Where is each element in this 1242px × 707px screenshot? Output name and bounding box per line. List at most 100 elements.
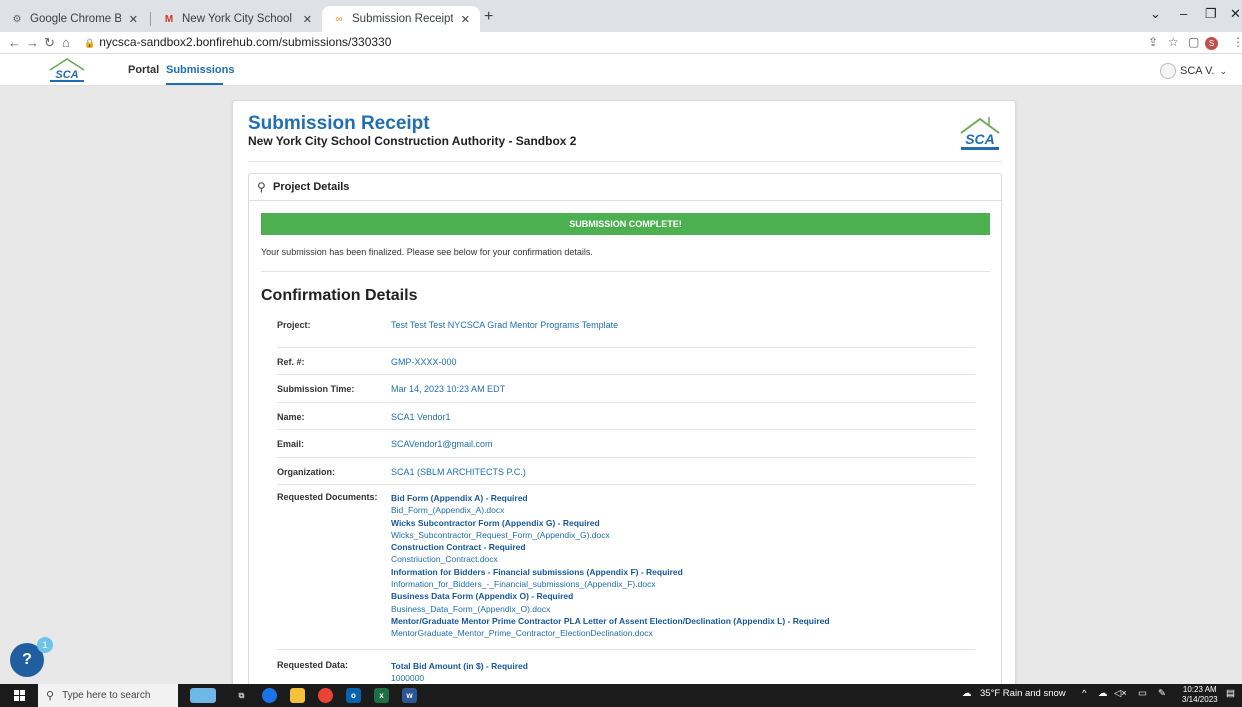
field-label: Email: — [277, 439, 305, 449]
minimize-icon[interactable]: – — [1180, 6, 1187, 21]
weather-text[interactable]: 35°F Rain and snow — [980, 688, 1066, 699]
document-name: Information for Bidders - Financial subm… — [391, 566, 683, 577]
bonfire-icon: ∞ — [335, 13, 343, 25]
maximize-icon[interactable]: ❐ — [1205, 6, 1217, 22]
file-explorer-icon[interactable] — [290, 688, 305, 703]
confirmation-title: Confirmation Details — [261, 287, 418, 304]
browser-tab-chrome-apps[interactable]: ⚙ Google Chrome Browser Applica ✕ — [0, 6, 148, 32]
logo-text: SCA — [55, 69, 78, 81]
field-value: Mar 14, 2023 10:23 AM EDT — [391, 384, 506, 394]
lock-icon: 🔒 — [84, 38, 96, 48]
close-window-icon[interactable]: ✕ — [1230, 6, 1241, 22]
close-tab-icon[interactable]: ✕ — [303, 13, 312, 26]
section-label: Project Details — [273, 181, 350, 193]
tray-chevron-icon[interactable]: ^ — [1082, 688, 1086, 699]
chrome-icon: ⚙ — [12, 13, 22, 25]
system-clock[interactable]: 10:23 AM 3/14/2023 — [1182, 685, 1218, 705]
windows-taskbar: ⚲ Type here to search ⧉ o x w ☁ 35°F Rai… — [0, 684, 1242, 707]
browser-tab-gmail[interactable]: M New York City School Constructi ✕ — [152, 6, 322, 32]
side-panel-icon[interactable]: ▢ — [1188, 35, 1199, 49]
menu-icon[interactable]: ⋮ — [1232, 35, 1242, 49]
project-details-section: ⚲ Project Details SUBMISSION COMPLETE! Y… — [248, 173, 1002, 699]
field-label: Project: — [277, 320, 311, 330]
field-row-requested-documents: Requested Documents: Bid Form (Appendix … — [277, 492, 975, 650]
nav-submissions[interactable]: Submissions — [166, 64, 234, 76]
outlook-icon[interactable]: o — [346, 688, 361, 703]
close-tab-icon[interactable]: ✕ — [461, 13, 470, 26]
chrome-taskbar-icon[interactable] — [318, 688, 333, 703]
field-row-submission-time: Submission Time: Mar 14, 2023 10:23 AM E… — [277, 375, 975, 403]
forward-icon[interactable]: → — [26, 35, 39, 50]
document-name: Bid Form (Appendix A) - Required — [391, 493, 528, 503]
document-file-link[interactable]: Bid_Form_(Appendix_A).docx — [391, 504, 971, 516]
tab-title: New York City School Constructi — [182, 13, 295, 25]
data-value: 1000000 — [391, 673, 425, 684]
word-icon[interactable]: w — [402, 688, 417, 703]
user-menu[interactable]: SCA V. ⌄ — [1160, 63, 1227, 79]
receipt-card: Submission Receipt New York City School … — [232, 100, 1016, 700]
windows-start-icon[interactable] — [14, 690, 25, 701]
data-name: Total Bid Amount (in $) - Required — [391, 661, 528, 671]
field-label: Submission Time: — [277, 384, 355, 394]
bookmark-star-icon[interactable]: ☆ — [1168, 35, 1179, 49]
excel-icon[interactable]: x — [374, 688, 389, 703]
project-details-header[interactable]: ⚲ Project Details — [249, 174, 1001, 201]
document-name: Wicks Subcontractor Form (Appendix G) - … — [391, 517, 600, 528]
document-file-link[interactable]: Information_for_Bidders_-_Financial_subm… — [391, 578, 971, 590]
network-icon[interactable]: ▭ — [1138, 688, 1147, 699]
field-value[interactable]: SCAVendor1@gmail.com — [391, 439, 493, 449]
field-value: GMP-XXXX-000 — [391, 357, 457, 367]
field-value: Test Test Test NYCSCA Grad Mentor Progra… — [391, 320, 619, 330]
clock-time: 10:23 AM — [1182, 685, 1217, 694]
field-value: SCA1 Vendor1 — [391, 412, 451, 422]
news-widget-icon[interactable] — [190, 688, 216, 703]
field-label: Name: — [277, 412, 305, 422]
weather-icon: ☁ — [962, 688, 972, 699]
back-icon[interactable]: ← — [8, 35, 21, 50]
nav-portal[interactable]: Portal — [128, 64, 159, 76]
document-file-link[interactable]: MentorGraduate_Mentor_Prime_Contractor_E… — [391, 627, 971, 639]
tab-title: Submission Receipt — [352, 13, 453, 25]
browser-tab-strip: ⚙ Google Chrome Browser Applica ✕ M New … — [0, 0, 1242, 32]
address-bar: ← → ↻ ⌂ 🔒 nycsca-sandbox2.bonfirehub.com/… — [0, 32, 1242, 54]
task-view-icon[interactable]: ⧉ — [234, 688, 249, 703]
url-text: nycsca-sandbox2.bonfirehub.com/submissio… — [99, 35, 392, 49]
home-icon[interactable]: ⌂ — [62, 35, 70, 50]
document-name: Business Data Form (Appendix O) - Requir… — [391, 591, 574, 602]
url-field[interactable]: 🔒 nycsca-sandbox2.bonfirehub.com/submissi… — [84, 35, 391, 49]
search-placeholder: Type here to search — [62, 690, 151, 701]
organization-subtitle: New York City School Construction Author… — [248, 134, 577, 148]
sca-logo[interactable]: SCA — [44, 56, 90, 84]
page-title: Submission Receipt — [248, 113, 430, 134]
user-name: SCA V. — [1180, 65, 1215, 77]
share-icon[interactable]: ⇪ — [1148, 35, 1158, 49]
logo-text: SCA — [965, 131, 995, 147]
new-tab-icon[interactable]: + — [484, 8, 493, 26]
document-file-link[interactable]: Business_Data_Form_(Appendix_O).docx — [391, 603, 971, 615]
field-row-project: Project: Test Test Test NYCSCA Grad Ment… — [277, 320, 975, 348]
active-nav-indicator — [166, 83, 223, 85]
document-file-link[interactable]: Wicks_Subcontractor_Request_Form_(Append… — [391, 529, 971, 541]
field-row-name: Name: SCA1 Vendor1 — [277, 403, 975, 430]
document-name: Mentor/Graduate Mentor Prime Contractor … — [391, 615, 830, 626]
field-row-ref: Ref. #: GMP-XXXX-000 — [277, 348, 975, 375]
pen-icon[interactable]: ✎ — [1158, 688, 1166, 699]
document-name: Construction Contract - Required — [391, 542, 526, 553]
volume-icon[interactable]: ◁× — [1114, 688, 1127, 699]
onedrive-icon[interactable]: ☁ — [1098, 688, 1108, 699]
edge-icon[interactable] — [262, 688, 277, 703]
submission-complete-banner: SUBMISSION COMPLETE! — [261, 213, 990, 235]
document-file-link[interactable]: Constriuction_Contract.docx — [391, 553, 971, 565]
notifications-icon[interactable]: ▤ — [1226, 688, 1235, 699]
profile-avatar[interactable]: S — [1205, 37, 1218, 50]
field-row-email: Email: SCAVendor1@gmail.com — [277, 430, 975, 458]
close-tab-icon[interactable]: ✕ — [129, 13, 138, 26]
tab-divider — [150, 12, 151, 26]
gmail-icon: M — [164, 13, 174, 25]
tab-search-icon[interactable]: ⌄ — [1150, 6, 1161, 22]
taskbar-search-input[interactable]: ⚲ Type here to search — [38, 684, 178, 707]
browser-tab-submission-receipt[interactable]: ∞ Submission Receipt ✕ — [322, 6, 480, 32]
reload-icon[interactable]: ↻ — [44, 35, 55, 51]
app-header: SCA Portal Submissions SCA V. ⌄ — [0, 54, 1242, 86]
document-list: Bid Form (Appendix A) - Required Bid_For… — [391, 492, 971, 640]
